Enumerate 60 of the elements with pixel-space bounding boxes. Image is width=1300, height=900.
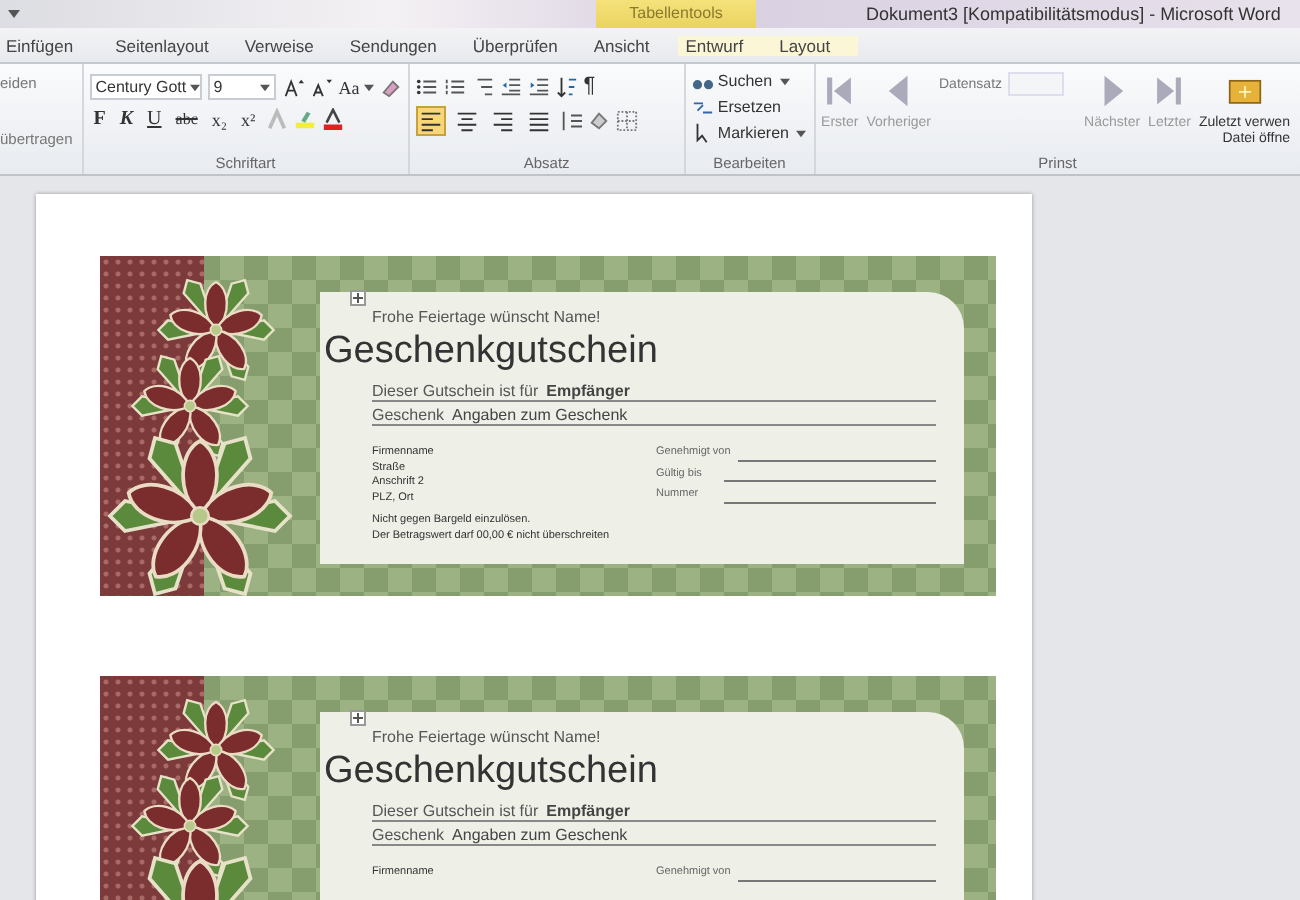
context-tab-group-label: Tabellentools [596,0,756,28]
clear-formatting-icon[interactable] [379,76,402,98]
field-label: Dieser Gutschein ist für [372,802,539,820]
line-spacing-icon[interactable] [559,110,582,132]
record-field[interactable] [1008,72,1065,96]
align-button[interactable] [415,106,446,136]
format-button[interactable]: F [89,108,110,130]
skip-arrow-icon [822,72,857,110]
ribbon-tab[interactable]: Layout [771,35,859,55]
caret-icon [363,83,374,91]
replace-icon [691,96,714,118]
editing-command[interactable]: Markieren [691,122,808,144]
shading-icon[interactable] [587,110,610,132]
ribbon-tab[interactable]: Einfügen [0,35,108,55]
format-button[interactable]: x₂ [207,109,232,129]
gift-field[interactable]: Angaben zum Geschenk [452,826,628,844]
window-title: Dokument3 [Kompatibilitätsmodus] - Microsoft Word [866,4,1281,24]
voucher-title: Geschenkgutschein [324,330,660,374]
ribbon-tab[interactable]: Ansicht [585,35,678,55]
skip-arrow-icon [1152,72,1187,110]
font-size-dropdown[interactable]: 9 [207,74,277,100]
format-button[interactable]: abc [171,110,202,128]
voucher-title: Geschenkgutschein [324,750,660,794]
bullet-list-icon[interactable] [415,75,438,97]
sort-icon[interactable] [555,75,578,97]
font-family-dropdown[interactable]: Century Gott [89,74,202,100]
table-move-handle[interactable] [350,710,366,726]
gift-field[interactable]: Angaben zum Geschenk [452,406,628,424]
caret-icon [260,83,271,91]
field-label: Geschenk [372,826,445,844]
ribbon-tab[interactable]: Entwurf [677,35,772,55]
greeting-text: Frohe Feiertage wünscht Name! [372,308,603,326]
caret-icon [780,77,791,85]
greeting-text: Frohe Feiertage wünscht Name! [372,728,603,746]
recipient-field[interactable]: Empfänger [546,802,630,820]
decrease-indent-icon[interactable] [499,75,522,97]
format-button[interactable]: x² [237,109,260,129]
ribbon-tab[interactable]: Überprüfen [464,35,586,55]
editing-command[interactable]: Ersetzen [691,96,808,118]
borders-icon[interactable] [615,110,638,132]
ribbon-tab[interactable]: Seitenlayout [107,35,237,55]
editing-command[interactable]: Suchen [691,70,808,92]
ribbon-tab[interactable]: Sendungen [341,35,465,55]
caret-icon [796,129,807,137]
shrink-font-icon[interactable] [310,76,333,98]
table-move-handle[interactable] [350,290,366,306]
pilcrow-button[interactable]: ¶ [583,74,596,98]
field-label: Dieser Gutschein ist für [372,382,539,400]
caret-icon [190,83,201,91]
recipient-field[interactable]: Empfänger [546,382,630,400]
increase-indent-icon[interactable] [527,75,550,97]
caret-icon[interactable] [8,10,20,18]
numbered-list-icon[interactable] [443,75,466,97]
ribbon-tab[interactable]: Verweise [236,35,342,55]
grow-font-icon[interactable] [282,76,305,98]
format-button[interactable]: U [143,108,166,130]
font-color-icon[interactable] [321,108,344,130]
format-button[interactable]: K [115,108,138,130]
change-case-button[interactable]: Aa [338,77,374,97]
field-label: Geschenk [372,406,445,424]
